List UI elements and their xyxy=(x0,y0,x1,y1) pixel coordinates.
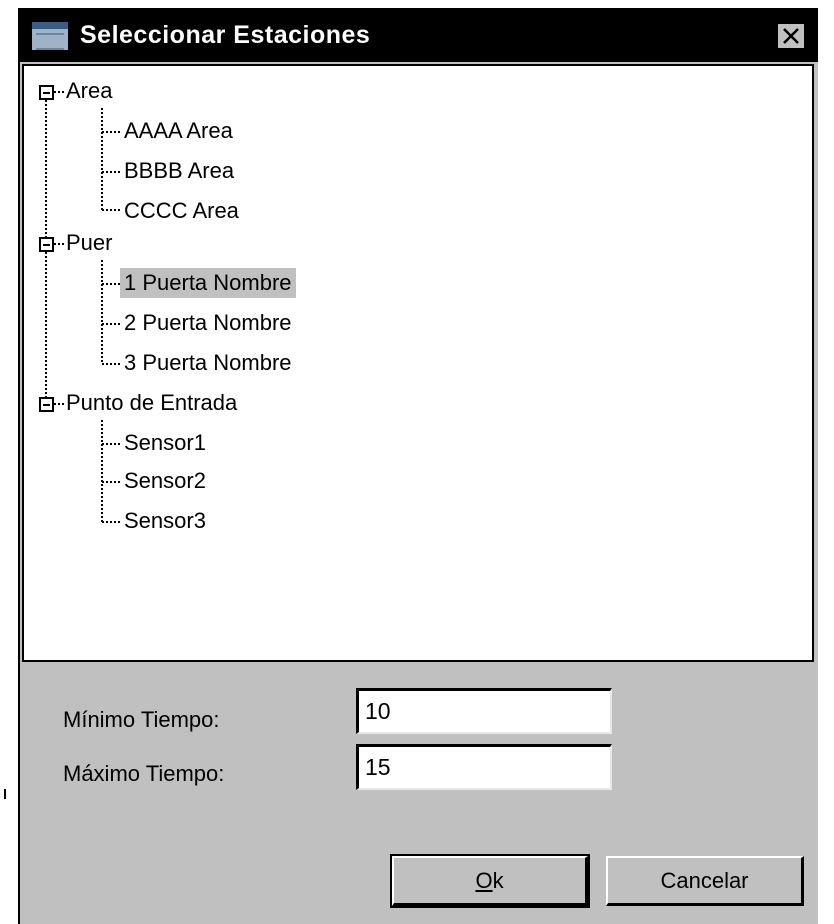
cancel-label: Cancelar xyxy=(660,867,749,893)
tree-item[interactable]: Sensor3 xyxy=(124,506,206,536)
collapse-toggle-icon[interactable] xyxy=(39,237,54,252)
close-button[interactable] xyxy=(776,22,806,50)
max-time-input[interactable] xyxy=(356,744,612,790)
collapse-toggle-icon[interactable] xyxy=(39,85,54,100)
tree-item-selected[interactable]: 1 Puerta Nombre xyxy=(120,268,296,298)
close-icon xyxy=(783,28,799,44)
station-tree[interactable]: Area AAAA Area BBBB Area CCCC Area Puer … xyxy=(22,64,814,662)
tree-item[interactable]: CCCC Area xyxy=(124,196,239,226)
tree-item[interactable]: Sensor2 xyxy=(124,466,206,496)
dialog-window: Seleccionar Estaciones Area AAAA Area BB… xyxy=(18,8,818,924)
tree-item[interactable]: Sensor1 xyxy=(124,428,206,458)
max-time-label: Máximo Tiempo: xyxy=(63,761,225,786)
tree-group-area[interactable]: Area xyxy=(66,76,112,106)
window-icon xyxy=(32,22,68,50)
ok-button[interactable]: Ok xyxy=(390,854,590,908)
title-bar[interactable]: Seleccionar Estaciones xyxy=(20,10,818,62)
min-time-label: Mínimo Tiempo: xyxy=(63,707,220,732)
stray-mark xyxy=(4,789,6,799)
min-time-input[interactable] xyxy=(356,688,612,734)
ok-label-rest: k xyxy=(492,867,504,893)
tree-group-puer[interactable]: Puer xyxy=(66,228,112,258)
cancel-button[interactable]: Cancelar xyxy=(606,856,804,906)
ok-mnemonic: O xyxy=(475,867,493,893)
window-title: Seleccionar Estaciones xyxy=(80,21,371,49)
tree-item[interactable]: BBBB Area xyxy=(124,156,234,186)
tree-item[interactable]: 2 Puerta Nombre xyxy=(124,308,292,338)
tree-item[interactable]: 3 Puerta Nombre xyxy=(124,348,292,378)
tree-item[interactable]: AAAA Area xyxy=(124,116,233,146)
collapse-toggle-icon[interactable] xyxy=(39,397,54,412)
tree-group-punto-de-entrada[interactable]: Punto de Entrada xyxy=(66,388,237,418)
